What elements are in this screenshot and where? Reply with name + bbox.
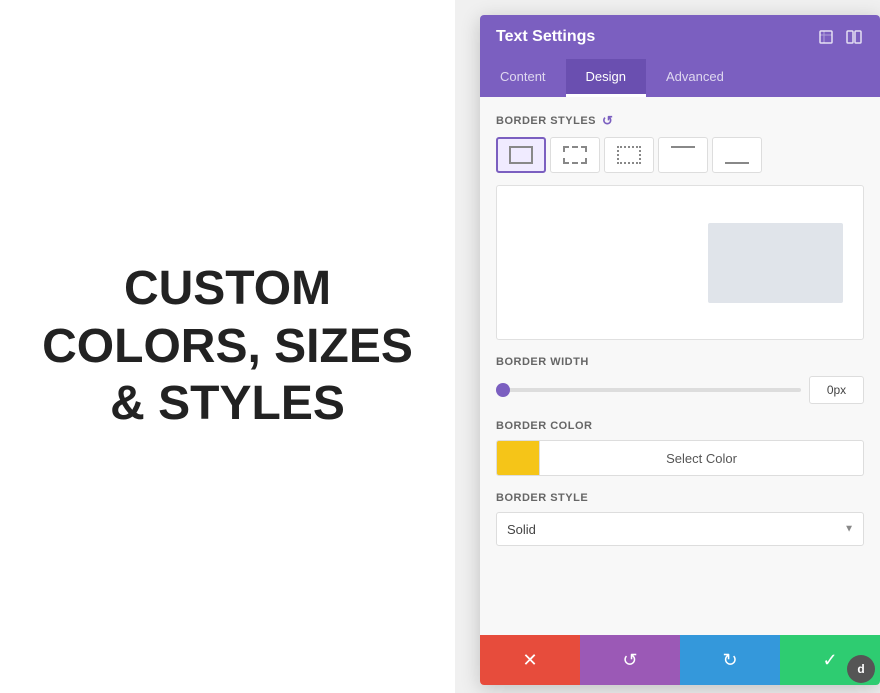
border-bottom-icon [725,146,749,164]
left-panel: CUSTOM COLORS, SIZES & STYLES [0,0,455,693]
border-styles-row [496,137,864,173]
tabs-row: Content Design Advanced [480,59,880,97]
border-style-dash[interactable] [550,137,600,173]
color-row: Select Color [496,440,864,476]
settings-panel: Text Settings Content Design Advanced [480,15,880,685]
tab-content[interactable]: Content [480,59,566,97]
panel-title: Text Settings [496,28,595,46]
border-style-top[interactable] [658,137,708,173]
columns-icon[interactable] [844,27,864,47]
preview-box [708,223,843,303]
hero-line2: COLORS, SIZES [42,318,413,376]
reset-icon[interactable]: ↺ [602,113,613,129]
tab-advanced[interactable]: Advanced [646,59,744,97]
hero-text: CUSTOM COLORS, SIZES & STYLES [42,260,413,433]
redo-button[interactable]: ↻ [680,635,780,685]
cancel-button[interactable]: ✕ [480,635,580,685]
slider-track[interactable] [496,388,801,392]
panel-header: Text Settings [480,15,880,59]
border-width-label: Border Width [496,356,864,368]
color-swatch[interactable] [496,440,540,476]
tab-design[interactable]: Design [566,59,646,97]
border-full-icon [509,146,533,164]
border-top-icon [671,146,695,164]
border-dot-icon [617,146,641,164]
divi-helper-icon[interactable]: d [847,655,875,683]
header-icons [816,27,864,47]
border-styles-section: Border Styles ↺ [496,113,864,129]
undo-button[interactable]: ↺ [580,635,680,685]
expand-icon[interactable] [816,27,836,47]
select-color-button[interactable]: Select Color [540,440,864,476]
border-style-full[interactable] [496,137,546,173]
panel-body: Border Styles ↺ Border Width [480,97,880,635]
border-style-select[interactable]: Solid Dashed Dotted Double Groove Ridge … [496,512,864,546]
border-style-select-wrap: Solid Dashed Dotted Double Groove Ridge … [496,512,864,546]
slider-thumb[interactable] [496,383,510,397]
border-color-label: Border Color [496,420,864,432]
hero-line3: & STYLES [42,375,413,433]
preview-container [496,185,864,340]
border-style-bottom[interactable] [712,137,762,173]
bottom-bar: ✕ ↺ ↻ ✓ [480,635,880,685]
border-style-dot[interactable] [604,137,654,173]
hero-line1: CUSTOM [42,260,413,318]
border-width-input[interactable] [809,376,864,404]
border-style-label: Border Style [496,492,864,504]
border-styles-label: Border Styles [496,115,596,127]
slider-row [496,376,864,404]
border-dash-icon [563,146,587,164]
